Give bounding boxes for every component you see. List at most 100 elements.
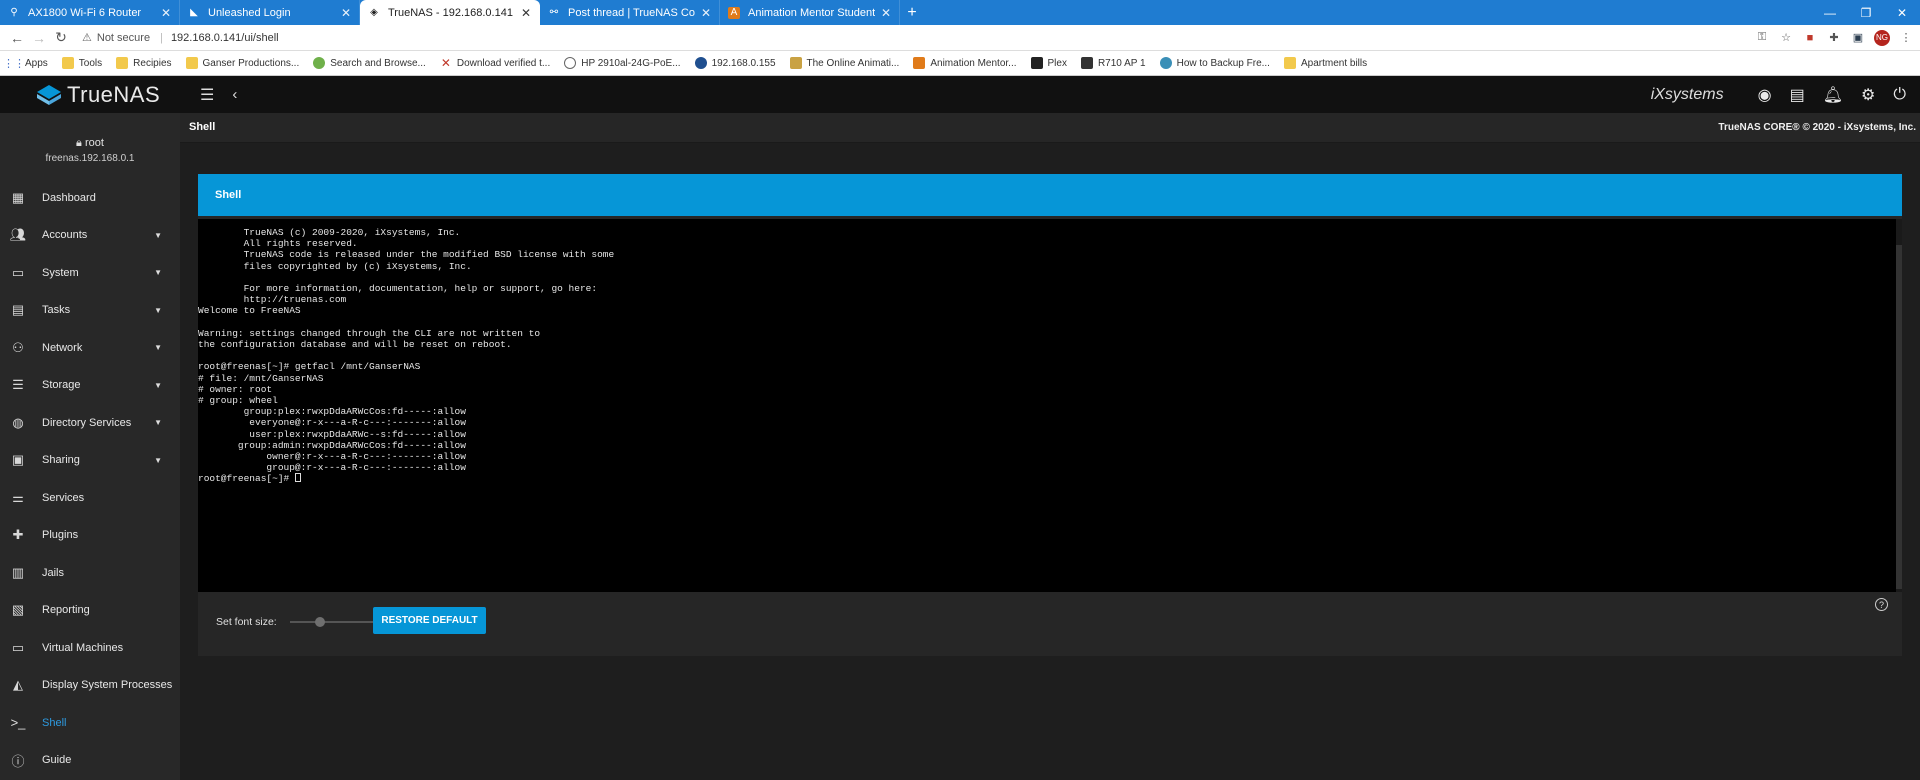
scrollbar-thumb[interactable] bbox=[1896, 245, 1902, 589]
terminal[interactable]: TrueNAS (c) 2009-2020, iXsystems, Inc. A… bbox=[198, 219, 1902, 592]
url-text[interactable]: 192.168.0.141/ui/shell bbox=[171, 32, 279, 44]
sidebar-item-virtual-machines[interactable]: ▭ Virtual Machines bbox=[0, 629, 180, 667]
sidebar-item-accounts[interactable]: 👥︎ Accounts ▼ bbox=[0, 217, 180, 255]
more-icon[interactable]: ⋮ bbox=[1898, 30, 1914, 46]
profile-avatar[interactable]: NG bbox=[1874, 29, 1890, 46]
user-label: root bbox=[84, 137, 104, 149]
bookmark-item[interactable]: The Online Animati... bbox=[789, 57, 900, 69]
truenas-logo[interactable]: TrueNAS bbox=[0, 82, 180, 108]
folder-icon bbox=[61, 57, 74, 69]
terminal-scrollbar[interactable] bbox=[1896, 219, 1902, 592]
bookmark-item[interactable]: Recipies bbox=[116, 57, 172, 69]
bookmark-item[interactable]: How to Backup Fre... bbox=[1159, 57, 1270, 69]
user-info: 🔒︎ root freenas.192.168.0.1 bbox=[0, 113, 180, 173]
new-tab-button[interactable]: + bbox=[900, 0, 924, 25]
reload-icon[interactable]: ↻ bbox=[50, 27, 72, 49]
caret-down-icon: ▼ bbox=[154, 305, 162, 315]
bookmark-item[interactable]: 192.168.0.155 bbox=[694, 57, 776, 69]
truecommand-icon[interactable]: ◉ bbox=[1758, 85, 1772, 105]
close-window-icon[interactable]: ✕ bbox=[1884, 0, 1920, 25]
browser-tab-active[interactable]: ◈ TrueNAS - 192.168.0.141 ✕ bbox=[360, 0, 540, 25]
bookmark-item[interactable]: HP 2910al-24G-PoE... bbox=[564, 57, 681, 69]
gear-icon[interactable]: ⚙ bbox=[1861, 85, 1875, 105]
key-icon[interactable]: ⚿ bbox=[1754, 30, 1770, 46]
puzzle-icon[interactable]: ✚ bbox=[1826, 30, 1842, 46]
sidebar-item-plugins[interactable]: ✚ Plugins bbox=[0, 517, 180, 555]
sidebar-item-display-system-processes[interactable]: ◭ Display System Processes bbox=[0, 667, 180, 705]
bookmark-item[interactable]: Animation Mentor... bbox=[913, 57, 1017, 69]
browser-tab[interactable]: A Animation Mentor Student Camp ✕ bbox=[720, 0, 900, 25]
bookmark-item[interactable]: Ganser Productions... bbox=[185, 57, 299, 69]
ruckus-icon: ◣ bbox=[190, 7, 198, 18]
bookmark-item[interactable]: Apartment bills bbox=[1283, 57, 1368, 69]
site-icon bbox=[694, 57, 707, 69]
help-icon[interactable]: ? bbox=[1875, 598, 1888, 611]
sidebar-item-system[interactable]: ▭ System ▼ bbox=[0, 254, 180, 292]
sidebar-nav: ▦ Dashboard 👥︎ Accounts ▼ ▭ System ▼ ▤ Tasks ▼ … bbox=[0, 179, 180, 779]
browser-tab[interactable]: ⚲ AX1800 Wi-Fi 6 Router ✕ bbox=[0, 0, 180, 25]
sidebar-item-jails[interactable]: ▥ Jails bbox=[0, 554, 180, 592]
folder-icon bbox=[116, 57, 129, 69]
sidebar-item-label: System bbox=[42, 266, 79, 279]
bookmark-label: The Online Animati... bbox=[806, 57, 900, 69]
bookmark-item[interactable]: Search and Browse... bbox=[313, 57, 426, 69]
ixsystems-logo[interactable]: iXsystems bbox=[1651, 86, 1724, 104]
sidebar-item-guide[interactable]: ⓘ Guide bbox=[0, 742, 180, 780]
sidebar-item-reporting[interactable]: ▧ Reporting bbox=[0, 592, 180, 630]
sidebar-item-label: Storage bbox=[42, 379, 81, 392]
menu-icon[interactable]: ☰ bbox=[200, 85, 214, 105]
power-icon[interactable]: ⏻ bbox=[1893, 86, 1906, 104]
sidebar-item-services[interactable]: ⚌ Services bbox=[0, 479, 180, 517]
bell-icon[interactable]: 🔔︎ bbox=[1823, 85, 1843, 105]
site-icon: ✕ bbox=[440, 56, 451, 70]
star-icon[interactable]: ☆ bbox=[1778, 30, 1794, 46]
close-icon[interactable]: ✕ bbox=[521, 6, 531, 20]
clipboard-icon[interactable]: ▤ bbox=[1790, 85, 1805, 105]
sidebar-item-sharing[interactable]: ▣ Sharing ▼ bbox=[0, 442, 180, 480]
shell-icon: >_ bbox=[10, 715, 26, 731]
close-icon[interactable]: ✕ bbox=[701, 6, 711, 20]
font-size-label: Set font size: bbox=[216, 616, 277, 628]
browser-tab[interactable]: ⚯ Post thread | TrueNAS Communi ✕ bbox=[540, 0, 720, 25]
sidebar: 🔒︎ root freenas.192.168.0.1 ▦ Dashboard 👥… bbox=[0, 113, 180, 780]
restore-icon[interactable]: ❐ bbox=[1848, 0, 1884, 25]
sidebar-item-label: Dashboard bbox=[42, 191, 96, 204]
page-title: Shell bbox=[189, 121, 216, 133]
browser-tab[interactable]: ◣ Unleashed Login ✕ bbox=[180, 0, 360, 25]
font-size-slider[interactable] bbox=[290, 617, 380, 627]
bookmark-item[interactable]: ⋮⋮ Apps bbox=[3, 57, 48, 70]
site-icon bbox=[789, 57, 802, 69]
sidebar-item-tasks[interactable]: ▤ Tasks ▼ bbox=[0, 292, 180, 330]
sidebar-item-network[interactable]: ⚇ Network ▼ bbox=[0, 329, 180, 367]
lock-icon: 🔒︎ bbox=[76, 137, 82, 149]
close-icon[interactable]: ✕ bbox=[881, 6, 891, 20]
window-controls: — ❐ ✕ bbox=[1812, 0, 1920, 25]
restore-default-button[interactable]: RESTORE DEFAULT bbox=[373, 607, 486, 634]
plex-icon bbox=[1030, 57, 1043, 69]
bookmark-item[interactable]: Tools bbox=[61, 57, 102, 69]
extension-icon[interactable]: ■ bbox=[1802, 30, 1818, 46]
sidebar-item-storage[interactable]: ☰ Storage ▼ bbox=[0, 367, 180, 405]
sidebar-item-shell[interactable]: >_ Shell bbox=[0, 704, 180, 742]
bookmark-label: Apartment bills bbox=[1300, 57, 1368, 69]
caret-down-icon: ▼ bbox=[154, 230, 162, 240]
sidebar-item-directory-services[interactable]: ◍ Directory Services ▼ bbox=[0, 404, 180, 442]
minimize-icon[interactable]: — bbox=[1812, 0, 1848, 25]
bookmark-item[interactable]: ✕ Download verified t... bbox=[440, 56, 551, 70]
slider-knob[interactable] bbox=[314, 617, 325, 627]
bookmark-item[interactable]: R710 AP 1 bbox=[1080, 57, 1146, 69]
omnibox[interactable]: ⚠ Not secure | 192.168.0.141/ui/shell bbox=[82, 31, 1754, 45]
close-icon[interactable]: ✕ bbox=[341, 6, 351, 20]
forward-icon[interactable]: → bbox=[28, 27, 50, 49]
extension-icon[interactable]: ▣ bbox=[1850, 30, 1866, 46]
network-icon: ⚇ bbox=[12, 339, 24, 355]
bookmark-item[interactable]: Plex bbox=[1030, 57, 1067, 69]
terminal-prompt: root@freenas[~]# bbox=[198, 473, 295, 485]
chevron-left-icon[interactable]: ‹ bbox=[232, 86, 237, 103]
back-icon[interactable]: ← bbox=[6, 27, 28, 49]
sidebar-item-label: Jails bbox=[42, 566, 65, 579]
sidebar-item-dashboard[interactable]: ▦ Dashboard bbox=[0, 179, 180, 217]
router-icon: ⚲ bbox=[10, 7, 18, 18]
bookmark-label: Download verified t... bbox=[456, 57, 551, 69]
close-icon[interactable]: ✕ bbox=[161, 6, 171, 20]
